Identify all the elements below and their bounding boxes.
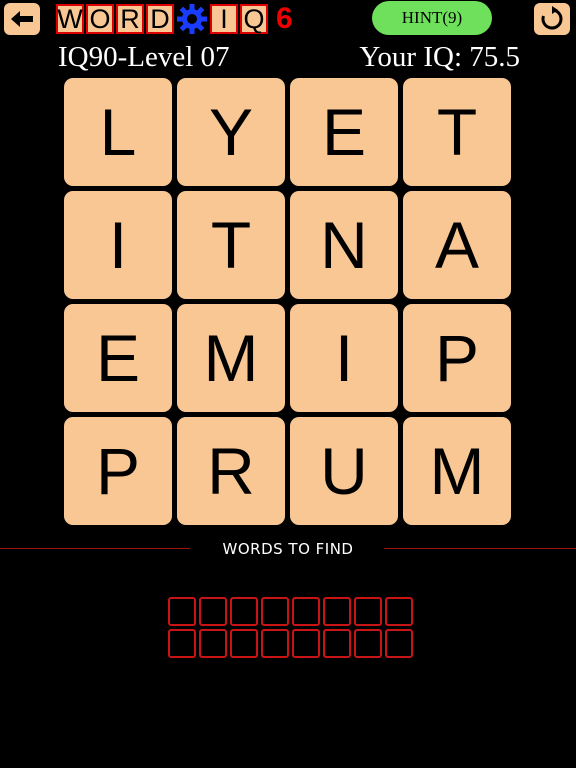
answer-slot — [230, 597, 258, 626]
letter-tile[interactable]: A — [403, 191, 511, 299]
letter-tile[interactable]: P — [403, 304, 511, 412]
logo-letter: I — [210, 4, 238, 34]
answer-slot — [292, 597, 320, 626]
answer-slot — [168, 597, 196, 626]
answer-slot — [385, 629, 413, 658]
letter-tile[interactable]: N — [290, 191, 398, 299]
letter-tile[interactable]: M — [177, 304, 285, 412]
answer-slot — [292, 629, 320, 658]
answer-slot — [323, 597, 351, 626]
logo-letter: Q — [240, 4, 268, 34]
letter-tile[interactable]: I — [290, 304, 398, 412]
gear-icon — [176, 3, 208, 35]
letter-tile[interactable]: Y — [177, 78, 285, 186]
arrow-left-icon — [11, 11, 33, 27]
letter-tile[interactable]: L — [64, 78, 172, 186]
letter-tile[interactable]: E — [64, 304, 172, 412]
letter-tile[interactable]: I — [64, 191, 172, 299]
words-to-find-label: WORDS TO FIND — [222, 540, 354, 558]
answer-slot — [385, 597, 413, 626]
back-button[interactable] — [4, 3, 40, 35]
answer-slot — [354, 597, 382, 626]
answer-slot — [199, 629, 227, 658]
game-logo: W O R D I Q 6 — [56, 2, 293, 36]
letter-tile[interactable]: M — [403, 417, 511, 525]
iq-score: Your IQ: 75.5 — [359, 41, 520, 73]
letter-tile[interactable]: R — [177, 417, 285, 525]
refresh-icon — [541, 6, 563, 30]
letter-tile[interactable]: T — [177, 191, 285, 299]
logo-letter: W — [56, 3, 84, 34]
answer-row — [168, 629, 413, 658]
answer-slot — [199, 597, 227, 626]
letter-grid: L Y E T I T N A E M I P P R U M — [64, 78, 512, 526]
answer-slot — [354, 629, 382, 658]
answer-slot — [230, 629, 258, 658]
letter-tile[interactable]: E — [290, 78, 398, 186]
logo-letter: O — [86, 4, 114, 34]
letter-tile[interactable]: T — [403, 78, 511, 186]
refresh-button[interactable] — [534, 3, 570, 35]
answer-slot — [261, 629, 289, 658]
letter-tile[interactable]: U — [290, 417, 398, 525]
hint-button[interactable]: HINT(9) — [372, 1, 492, 35]
level-title: IQ90-Level 07 — [58, 41, 230, 73]
answer-slot — [323, 629, 351, 658]
logo-letter: D — [146, 4, 174, 34]
letter-tile[interactable]: P — [64, 417, 172, 525]
logo-letter: R — [116, 4, 144, 34]
answer-slot — [168, 629, 196, 658]
answer-row — [168, 597, 413, 626]
logo-number: 6 — [276, 2, 293, 35]
answer-slot — [261, 597, 289, 626]
top-bar: W O R D I Q 6 HINT(9) — [0, 0, 576, 40]
